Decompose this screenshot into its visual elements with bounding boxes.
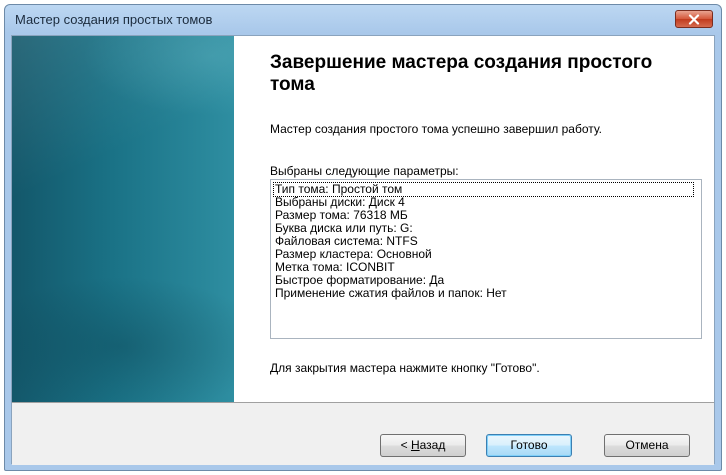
close-icon	[688, 13, 700, 25]
params-list-box[interactable]: Тип тома: Простой том Выбраны диски: Дис…	[270, 179, 702, 339]
param-line: Применение сжатия файлов и папок: Нет	[275, 286, 507, 300]
wizard-content: Завершение мастера создания простого том…	[234, 36, 714, 402]
params-label: Выбраны следующие параметры:	[270, 164, 459, 178]
close-button[interactable]	[675, 10, 713, 28]
button-bar: < Назад Готово Отмена	[12, 403, 714, 465]
wizard-window: Мастер создания простых томов Завершение…	[4, 4, 722, 471]
wizard-client-area: Завершение мастера создания простого том…	[11, 35, 715, 465]
back-mnemonic: Н	[410, 438, 420, 452]
window-title: Мастер создания простых томов	[15, 12, 213, 27]
page-heading: Завершение мастера создания простого том…	[270, 52, 653, 95]
back-rest: азад	[419, 438, 446, 452]
finish-instruction: Для закрытия мастера нажмите кнопку "Гот…	[270, 361, 540, 375]
wizard-side-banner	[12, 36, 234, 402]
title-bar[interactable]: Мастер создания простых томов	[5, 5, 721, 35]
page-description: Мастер создания простого тома успешно за…	[270, 122, 603, 136]
finish-button[interactable]: Готово	[486, 434, 572, 457]
back-prefix: <	[400, 438, 411, 452]
back-button[interactable]: < Назад	[380, 434, 466, 457]
cancel-button[interactable]: Отмена	[604, 434, 690, 457]
